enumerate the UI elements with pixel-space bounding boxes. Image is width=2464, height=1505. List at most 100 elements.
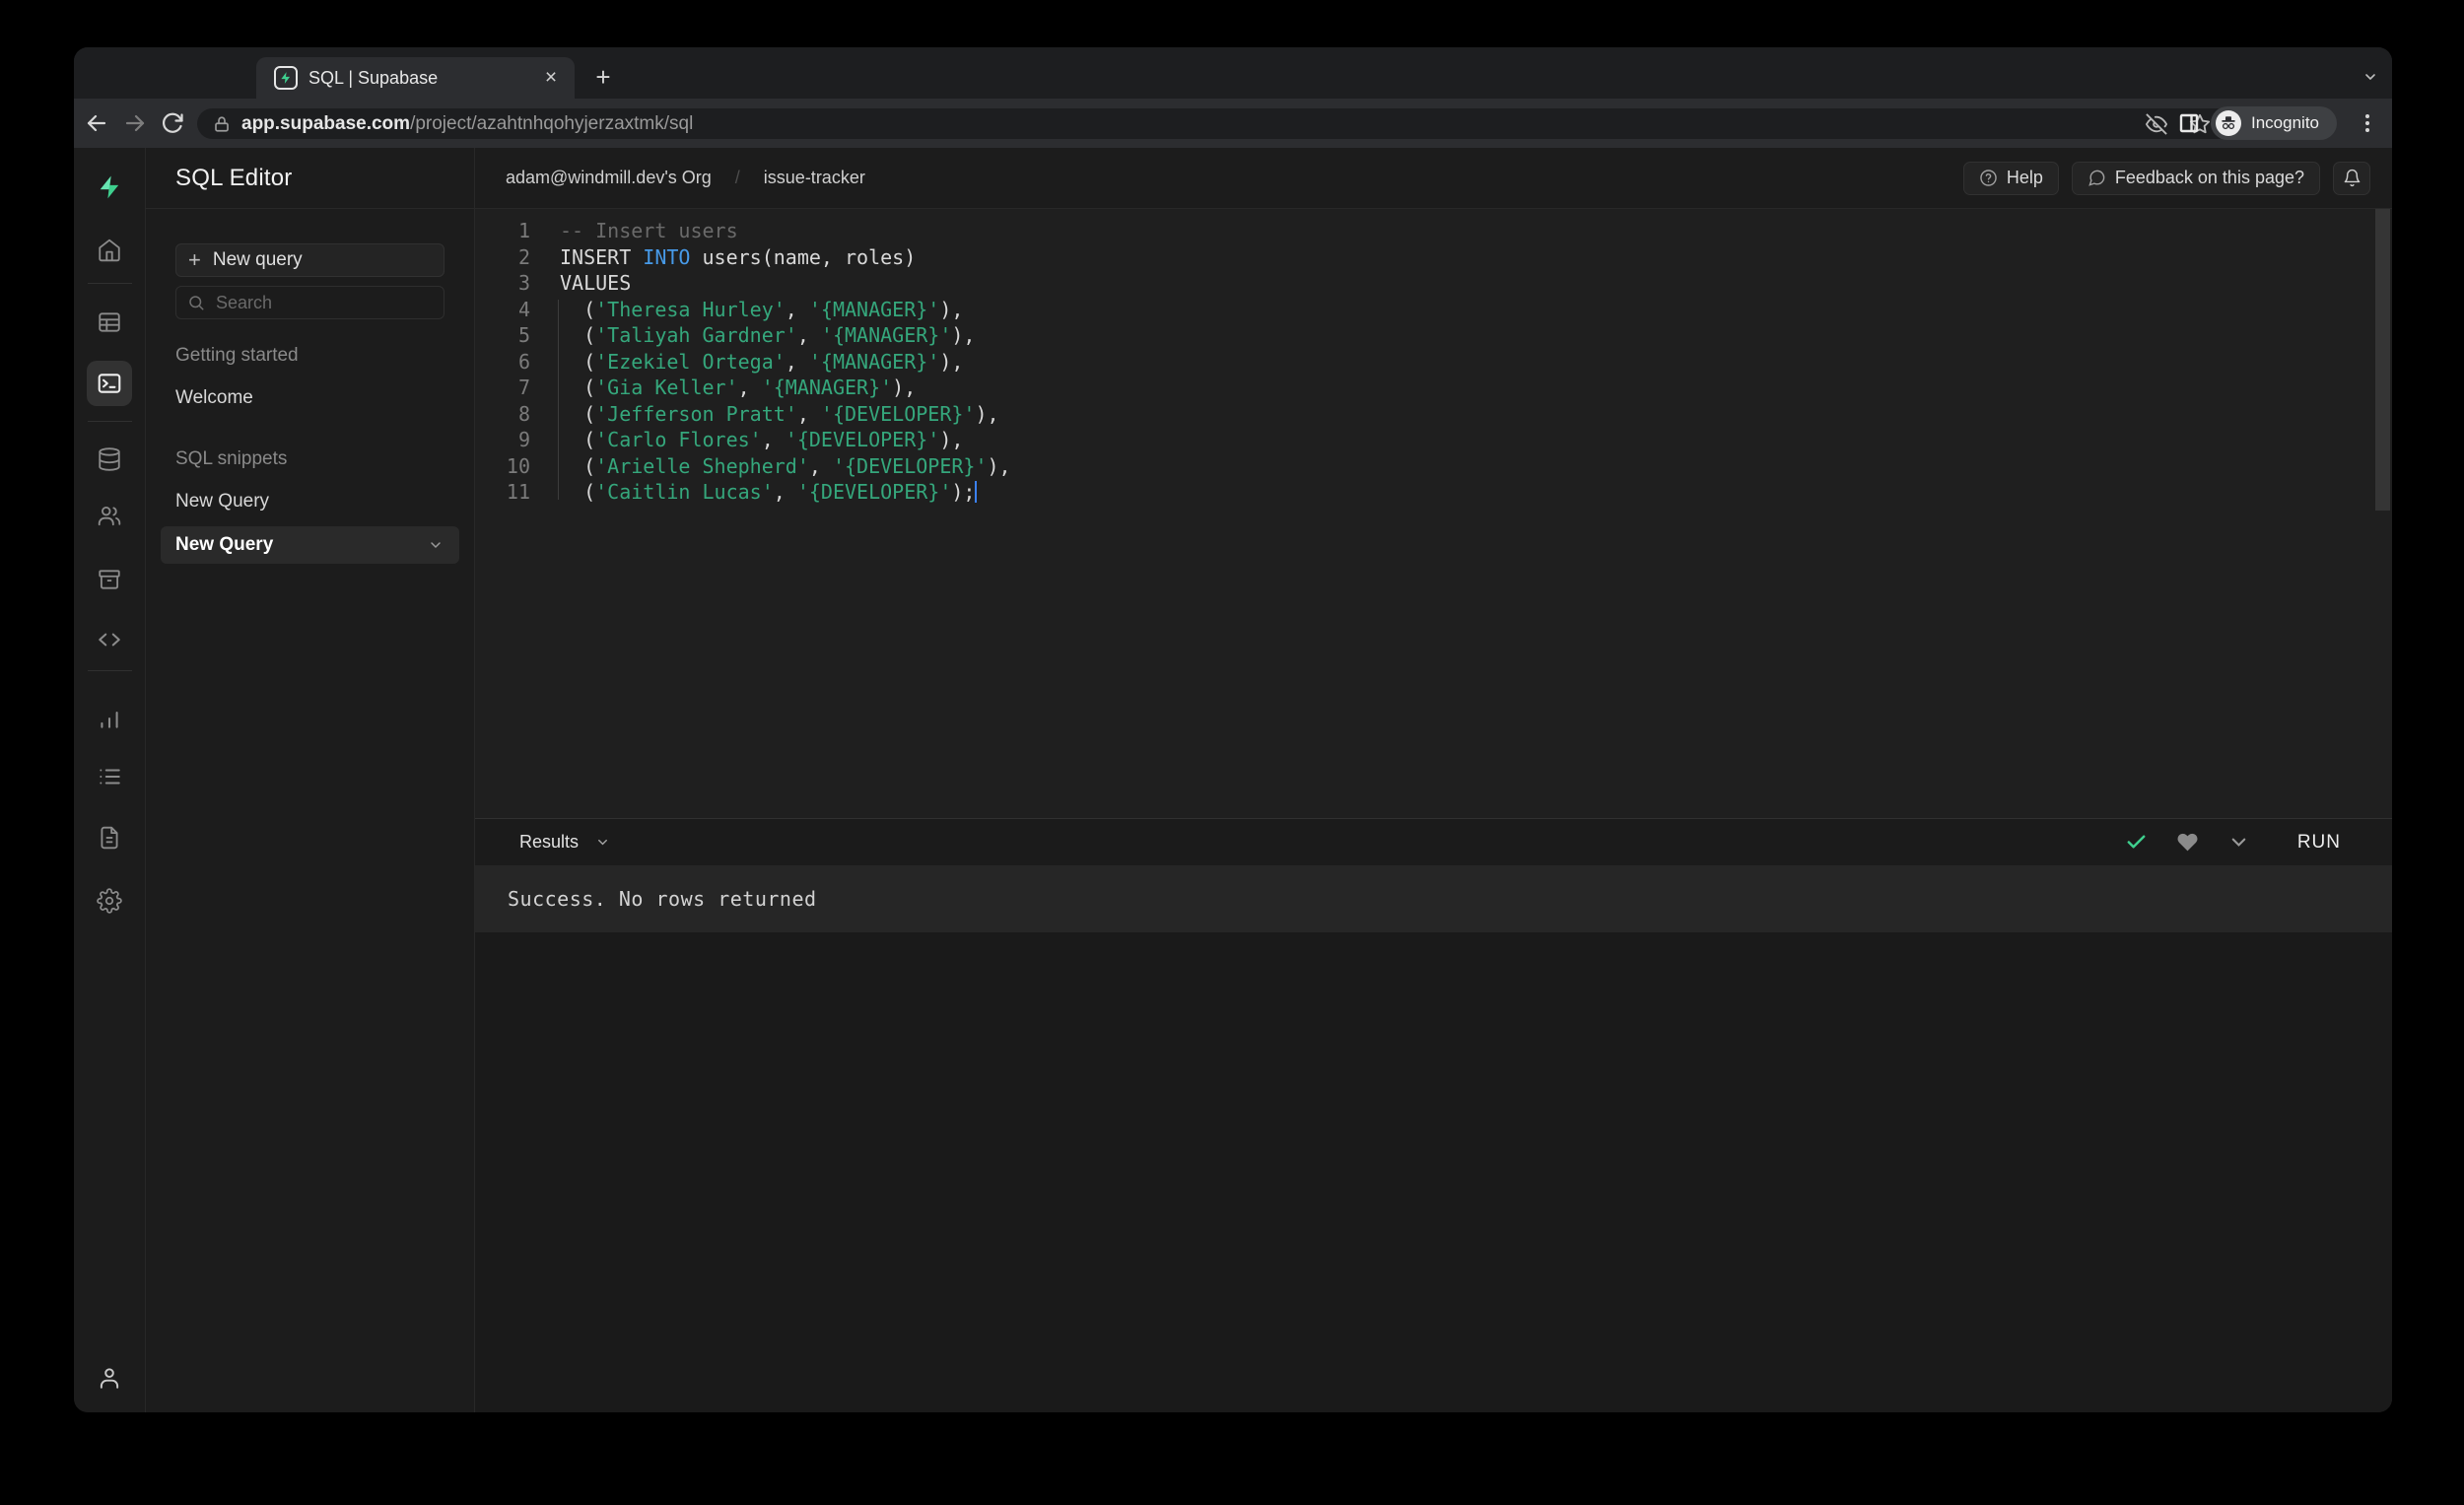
- success-message: Success. No rows returned: [508, 887, 817, 911]
- code-line[interactable]: 6 ('Ezekiel Ortega', '{MANAGER}'),: [475, 349, 2392, 376]
- success-check-icon: [2127, 835, 2146, 849]
- sidebar-item-new-query-selected[interactable]: New Query: [161, 526, 459, 564]
- reports-chart-icon[interactable]: [97, 706, 122, 731]
- home-icon[interactable]: [97, 238, 122, 263]
- nav-rail: [74, 148, 146, 1412]
- tab-strip: SQL | Supabase × +: [74, 47, 2392, 134]
- notifications-button[interactable]: [2333, 161, 2370, 195]
- breadcrumb-org[interactable]: adam@windmill.dev's Org: [506, 168, 712, 188]
- tab-title: SQL | Supabase: [308, 67, 439, 88]
- back-icon[interactable]: [85, 111, 108, 135]
- section-label-getting-started: Getting started: [175, 345, 299, 366]
- main-content: adam@windmill.dev's Org / issue-tracker …: [475, 148, 2392, 1412]
- storage-icon[interactable]: [97, 567, 122, 592]
- tab-search-chevron-icon[interactable]: [2362, 69, 2378, 85]
- code-line[interactable]: 9 ('Carlo Flores', '{DEVELOPER}'),: [475, 427, 2392, 453]
- code-line[interactable]: 4 ('Theresa Hurley', '{MANAGER}'),: [475, 297, 2392, 323]
- rail-divider: [88, 421, 132, 422]
- browser-menu-icon[interactable]: [2356, 111, 2379, 135]
- code-line[interactable]: 3 VALUES: [475, 270, 2392, 297]
- sidebar-item-welcome[interactable]: Welcome: [175, 387, 445, 409]
- line-number: 6: [517, 349, 530, 374]
- bell-icon: [2344, 169, 2360, 187]
- feedback-button-label: Feedback on this page?: [2114, 168, 2304, 187]
- code-text: -- Insert users: [560, 219, 738, 242]
- settings-gear-icon[interactable]: [97, 888, 122, 914]
- code-line[interactable]: 10 ('Arielle Shepherd', '{DEVELOPER}'),: [475, 453, 2392, 480]
- results-dropdown[interactable]: Results: [519, 832, 610, 853]
- favorite-heart-icon[interactable]: [2176, 831, 2199, 854]
- run-options-chevron-icon[interactable]: [2227, 831, 2250, 854]
- code-text: ('Theresa Hurley', '{MANAGER}'),: [560, 297, 964, 321]
- help-button-label: Help: [2006, 168, 2043, 187]
- search-icon: [189, 296, 204, 310]
- line-number: 9: [517, 428, 530, 451]
- close-tab-icon[interactable]: ×: [537, 64, 565, 92]
- code-text: ('Ezekiel Ortega', '{MANAGER}'),: [560, 349, 964, 374]
- search-input[interactable]: [216, 292, 413, 313]
- auth-users-icon[interactable]: [97, 503, 122, 528]
- editor-scrollbar[interactable]: [2375, 209, 2390, 511]
- code-line[interactable]: 2 INSERT INTO users(name, roles): [475, 244, 2392, 271]
- incognito-badge[interactable]: Incognito: [2211, 106, 2337, 140]
- supabase-logo-icon[interactable]: [97, 174, 122, 200]
- main-header: adam@windmill.dev's Org / issue-tracker …: [475, 148, 2392, 209]
- new-query-button[interactable]: + New query: [175, 243, 445, 277]
- code-line[interactable]: 7 ('Gia Keller', '{MANAGER}'),: [475, 375, 2392, 401]
- breadcrumb-separator: /: [734, 168, 740, 187]
- logs-list-icon[interactable]: [97, 764, 122, 789]
- code-line[interactable]: 1 -- Insert users: [475, 218, 2392, 244]
- line-number: 4: [517, 297, 530, 321]
- plus-icon: +: [188, 247, 201, 272]
- supabase-favicon: [274, 66, 298, 90]
- line-number: 3: [517, 271, 530, 295]
- new-tab-button[interactable]: +: [589, 64, 617, 92]
- speech-bubble-icon: [2088, 170, 2105, 186]
- lock-icon: [213, 115, 231, 133]
- table-editor-icon[interactable]: [97, 309, 122, 335]
- url-text: app.supabase.com/project/azahtnhqohyjerz…: [241, 113, 2146, 135]
- help-button[interactable]: Help: [1962, 161, 2059, 195]
- rail-divider: [88, 283, 132, 284]
- new-query-button-label: New query: [212, 249, 303, 270]
- code-text: ('Carlo Flores', '{DEVELOPER}'),: [560, 428, 964, 451]
- sidebar-item-new-query[interactable]: New Query: [175, 491, 445, 513]
- sql-code-editor[interactable]: 1 -- Insert users 2 INSERT INTO users(name,…: [475, 209, 2392, 818]
- text-cursor: [975, 481, 978, 503]
- breadcrumb-project[interactable]: issue-tracker: [764, 168, 865, 188]
- supabase-app: SQL Editor + New query Getting started W…: [74, 148, 2392, 1412]
- line-number: 5: [517, 323, 530, 347]
- browser-tab[interactable]: SQL | Supabase ×: [256, 57, 575, 99]
- code-text: ('Taliyah Gardner', '{MANAGER}'),: [560, 323, 976, 347]
- sql-editor-icon-selected[interactable]: [87, 361, 132, 406]
- run-button[interactable]: RUN: [2297, 832, 2341, 854]
- side-panel-icon[interactable]: [2177, 111, 2201, 135]
- code-line[interactable]: 8 ('Jefferson Pratt', '{DEVELOPER}'),: [475, 401, 2392, 428]
- results-label: Results: [519, 832, 580, 852]
- panel-header: SQL Editor: [146, 148, 474, 209]
- code-text: ('Gia Keller', '{MANAGER}'),: [560, 376, 917, 399]
- search-box[interactable]: [175, 286, 445, 319]
- line-number: 10: [506, 453, 530, 478]
- code-text: ('Caitlin Lucas', '{DEVELOPER}');: [560, 480, 978, 504]
- code-line[interactable]: 5 ('Taliyah Gardner', '{MANAGER}'),: [475, 322, 2392, 349]
- eye-off-icon[interactable]: [2146, 112, 2167, 135]
- help-circle-icon: [1980, 170, 1997, 186]
- account-user-icon[interactable]: [97, 1365, 122, 1391]
- url-bar[interactable]: app.supabase.com/project/azahtnhqohyjerz…: [197, 108, 2232, 139]
- edge-functions-icon[interactable]: [97, 627, 122, 652]
- url-path: /project/azahtnhqohyjerzaxtmk/sql: [410, 112, 694, 134]
- line-number: 2: [517, 244, 530, 269]
- line-number: 7: [517, 376, 530, 399]
- chevron-down-icon[interactable]: [428, 537, 444, 553]
- chevron-down-icon: [598, 839, 607, 846]
- forward-icon[interactable]: [123, 111, 147, 135]
- code-text: ('Arielle Shepherd', '{DEVELOPER}'),: [560, 453, 1011, 478]
- api-docs-icon[interactable]: [97, 825, 122, 851]
- rail-divider: [88, 670, 132, 671]
- feedback-button[interactable]: Feedback on this page?: [2071, 161, 2320, 195]
- line-number: 11: [506, 480, 530, 504]
- database-icon[interactable]: [97, 446, 122, 472]
- code-line[interactable]: 11 ('Caitlin Lucas', '{DEVELOPER}');: [475, 479, 2392, 506]
- refresh-icon[interactable]: [161, 111, 184, 135]
